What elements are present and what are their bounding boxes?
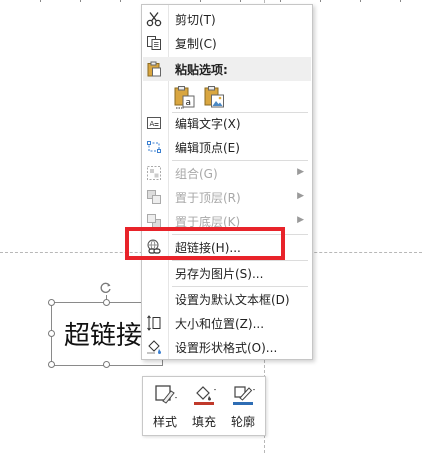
menu-item-copy[interactable]: 复制(C) [142, 31, 312, 55]
context-menu: 剪切(T) 复制(C) 粘贴选项: a A 编辑文字(X) 编辑顶点(E) 组合… [141, 4, 313, 360]
outline-button[interactable]: 轮廓 [225, 381, 261, 431]
submenu-arrow-icon: ▶ [297, 191, 304, 201]
paste-picture-icon[interactable] [202, 85, 226, 109]
textbox-text[interactable]: 超链接 [64, 315, 142, 352]
menu-item-format-shape[interactable]: 设置形状格式(O)... [142, 335, 312, 359]
menu-label-size-and-position: 大小和位置(Z)... [175, 317, 265, 331]
menu-item-cut[interactable]: 剪切(T) [142, 7, 312, 31]
ruler-strip [0, 0, 422, 2]
hyperlink-highlight-box [125, 227, 285, 260]
paste-text-only-icon[interactable]: a [172, 85, 196, 109]
edit-points-icon [147, 141, 161, 153]
menu-item-edit-text[interactable]: A 编辑文字(X) [142, 111, 312, 135]
menu-label-copy: 复制(C) [175, 37, 217, 51]
submenu-arrow-icon: ▶ [297, 167, 304, 177]
menu-label-set-default-textbox: 设置为默认文本框(D) [175, 293, 290, 307]
menu-item-bring-to-front[interactable]: 置于顶层(R) ▶ [142, 185, 312, 209]
svg-text:a: a [186, 98, 192, 108]
paint-bucket-icon [147, 340, 161, 354]
menu-item-save-as-picture[interactable]: 另存为图片(S)... [142, 261, 312, 285]
resize-handle-left[interactable] [48, 330, 55, 337]
menu-label-paste-options: 粘贴选项: [175, 63, 228, 77]
style-label: 样式 [152, 415, 177, 429]
menu-label-edit-points: 编辑顶点(E) [175, 141, 240, 155]
menu-label-cut: 剪切(T) [175, 13, 216, 27]
menu-label-edit-text: 编辑文字(X) [175, 117, 241, 131]
rotate-handle-icon[interactable] [99, 281, 113, 295]
menu-label-save-as-picture: 另存为图片(S)... [175, 267, 264, 281]
menu-item-edit-points[interactable]: 编辑顶点(E) [142, 135, 312, 159]
resize-handle-top-left[interactable] [48, 299, 55, 306]
menu-label-bring-to-front: 置于顶层(R) [175, 191, 241, 205]
submenu-arrow-icon: ▶ [297, 215, 304, 225]
svg-text:A: A [150, 120, 155, 128]
copy-icon [147, 36, 161, 50]
shape-style-icon [155, 385, 177, 404]
menu-item-size-and-position[interactable]: 大小和位置(Z)... [142, 311, 312, 335]
size-position-icon [147, 315, 161, 331]
mini-toolbar: 样式 填充 轮廓 [142, 376, 266, 436]
menu-item-group[interactable]: 组合(G) ▶ [142, 161, 312, 185]
style-button[interactable]: 样式 [147, 381, 183, 431]
clipboard-icon [147, 61, 161, 77]
resize-handle-top[interactable] [103, 299, 110, 306]
group-icon [147, 166, 161, 180]
paste-options-header: 粘贴选项: [143, 57, 311, 81]
fill-bucket-icon [194, 386, 216, 405]
bring-front-icon [147, 190, 161, 204]
outline-pen-icon [233, 386, 255, 405]
fill-button[interactable]: 填充 [186, 381, 222, 431]
menu-label-group: 组合(G) [175, 167, 218, 181]
menu-label-format-shape: 设置形状格式(O)... [175, 341, 278, 355]
text-box-icon: A [147, 117, 161, 129]
resize-handle-bottom[interactable] [103, 361, 110, 368]
outline-label: 轮廓 [230, 415, 255, 429]
menu-item-set-default-textbox[interactable]: 设置为默认文本框(D) [142, 287, 312, 311]
fill-label: 填充 [191, 415, 216, 429]
resize-handle-bottom-left[interactable] [48, 361, 55, 368]
scissors-icon [146, 12, 162, 27]
